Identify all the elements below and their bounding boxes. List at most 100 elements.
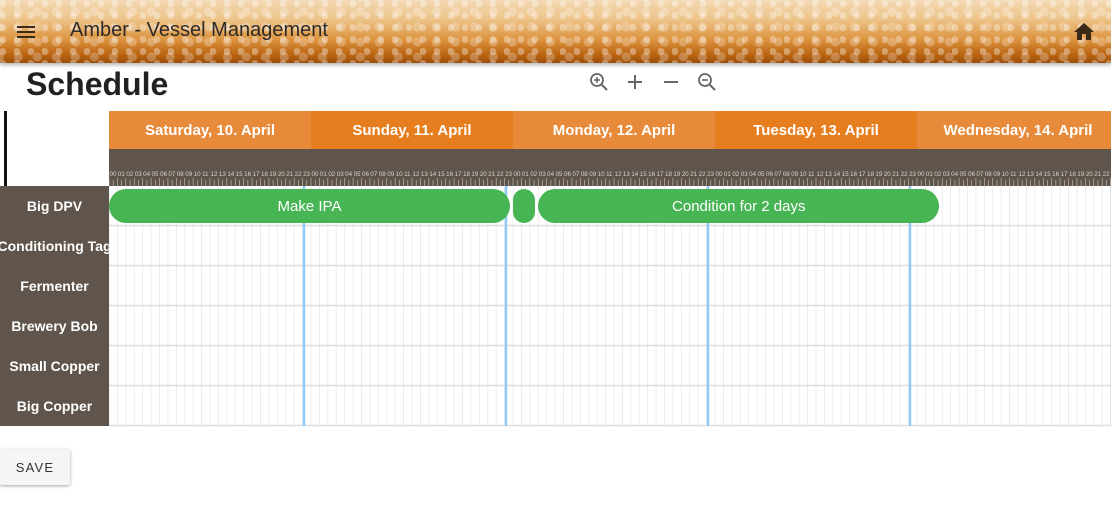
minus-icon[interactable]: [659, 70, 683, 94]
day-header-3: Monday, 12. April: [513, 111, 715, 149]
day-header-1: Saturday, 10. April: [109, 111, 311, 149]
hour-label: 05: [960, 171, 967, 178]
hour-label: 05: [354, 171, 361, 178]
hour-label: 10: [1002, 171, 1009, 178]
hour-label: 10: [194, 171, 201, 178]
hour-label: 08: [581, 171, 588, 178]
hour-label: 23: [505, 171, 512, 178]
vessel-label: Fermenter: [0, 266, 109, 306]
hour-label: 09: [185, 171, 192, 178]
hour-label: 11: [202, 171, 209, 178]
hour-label: 12: [615, 171, 622, 178]
hour-label: 17: [859, 171, 866, 178]
vessel-label: Conditioning Tag: [0, 226, 109, 266]
menu-icon[interactable]: [14, 20, 38, 44]
hour-label: 04: [345, 171, 352, 178]
hour-label: 14: [227, 171, 234, 178]
hour-label: 03: [943, 171, 950, 178]
hour-label: 04: [547, 171, 554, 178]
hour-label: 13: [825, 171, 832, 178]
hour-label: 20: [278, 171, 285, 178]
hour-label: 01: [926, 171, 933, 178]
hour-label: 02: [934, 171, 941, 178]
hour-label: 19: [673, 171, 680, 178]
hour-label: 15: [438, 171, 445, 178]
hour-label: 10: [800, 171, 807, 178]
day-header-row: Saturday, 10. April Sunday, 11. April Mond…: [109, 111, 1111, 149]
hour-label: 10: [598, 171, 605, 178]
vessel-label: Big Copper: [0, 386, 109, 426]
hour-label: 18: [665, 171, 672, 178]
hour-label: 13: [623, 171, 630, 178]
hour-label: 15: [640, 171, 647, 178]
hour-label: 01: [724, 171, 731, 178]
hour-label: 08: [985, 171, 992, 178]
hour-label: 12: [1019, 171, 1026, 178]
hour-label: 03: [337, 171, 344, 178]
hour-label: 19: [269, 171, 276, 178]
hour-label: 07: [572, 171, 579, 178]
hour-label: 05: [556, 171, 563, 178]
hour-label: 06: [564, 171, 571, 178]
plus-icon[interactable]: [623, 70, 647, 94]
schedule-event[interactable]: Condition for 2 days: [538, 189, 940, 223]
hour-label: 23: [707, 171, 714, 178]
hour-label: 05: [758, 171, 765, 178]
hour-label: 05: [152, 171, 159, 178]
hour-label: 17: [1061, 171, 1068, 178]
hour-label: 17: [253, 171, 260, 178]
hour-label: 04: [143, 171, 150, 178]
hour-label: 14: [833, 171, 840, 178]
hour-label: 18: [261, 171, 268, 178]
hour-label: 11: [404, 171, 411, 178]
home-icon[interactable]: [1072, 20, 1096, 44]
zoom-in-icon[interactable]: [587, 70, 611, 94]
hour-label: 07: [774, 171, 781, 178]
schedule-event[interactable]: [513, 189, 536, 223]
hour-label: 14: [631, 171, 638, 178]
hour-label: 16: [244, 171, 251, 178]
vessel-label: Small Copper: [0, 346, 109, 386]
hour-label: 21: [1094, 171, 1101, 178]
hour-label: 22: [1103, 171, 1110, 178]
hour-label: 23: [909, 171, 916, 178]
hour-label: 00: [716, 171, 723, 178]
hour-label: 11: [808, 171, 815, 178]
zoom-out-icon[interactable]: [695, 70, 719, 94]
hour-label: 10: [396, 171, 403, 178]
hour-label: 09: [387, 171, 394, 178]
vessel-lanes: Make IPA Condition for 2 days: [109, 186, 1111, 427]
hour-label: 22: [295, 171, 302, 178]
hour-label: 08: [783, 171, 790, 178]
hour-label: 07: [168, 171, 175, 178]
hour-label: 16: [446, 171, 453, 178]
hour-label: 20: [1086, 171, 1093, 178]
save-button[interactable]: SAVE: [0, 449, 70, 485]
hour-label: 01: [118, 171, 125, 178]
hour-label: 21: [892, 171, 899, 178]
hour-label: 09: [993, 171, 1000, 178]
hour-label: 16: [1052, 171, 1059, 178]
hour-label: 09: [589, 171, 596, 178]
hour-label: 20: [884, 171, 891, 178]
app-bar: Amber - Vessel Management: [0, 0, 1111, 63]
hour-ruler: 00 01 02 03 04 05 06 07 08 09 10 11 12 13 14 15 16 17 18 19…: [109, 149, 1111, 186]
hour-label: 15: [236, 171, 243, 178]
day-header-2: Sunday, 11. April: [311, 111, 513, 149]
hour-label: 17: [455, 171, 462, 178]
day-header-5: Wednesday, 14. April: [917, 111, 1111, 149]
schedule-event[interactable]: Make IPA: [109, 189, 510, 223]
grid-corner: [0, 111, 109, 186]
schedule-grid: Saturday, 10. April Sunday, 11. April Mond…: [0, 111, 1111, 427]
hour-label: 08: [379, 171, 386, 178]
hour-label: 18: [463, 171, 470, 178]
hour-label: 03: [539, 171, 546, 178]
page-title: Schedule: [26, 66, 169, 102]
hour-label: 03: [135, 171, 142, 178]
hour-label: 22: [497, 171, 504, 178]
vessel-label: Big DPV: [0, 186, 109, 226]
hour-label: 02: [328, 171, 335, 178]
hour-label: 06: [968, 171, 975, 178]
hour-label: 21: [286, 171, 293, 178]
hour-label: 12: [413, 171, 420, 178]
